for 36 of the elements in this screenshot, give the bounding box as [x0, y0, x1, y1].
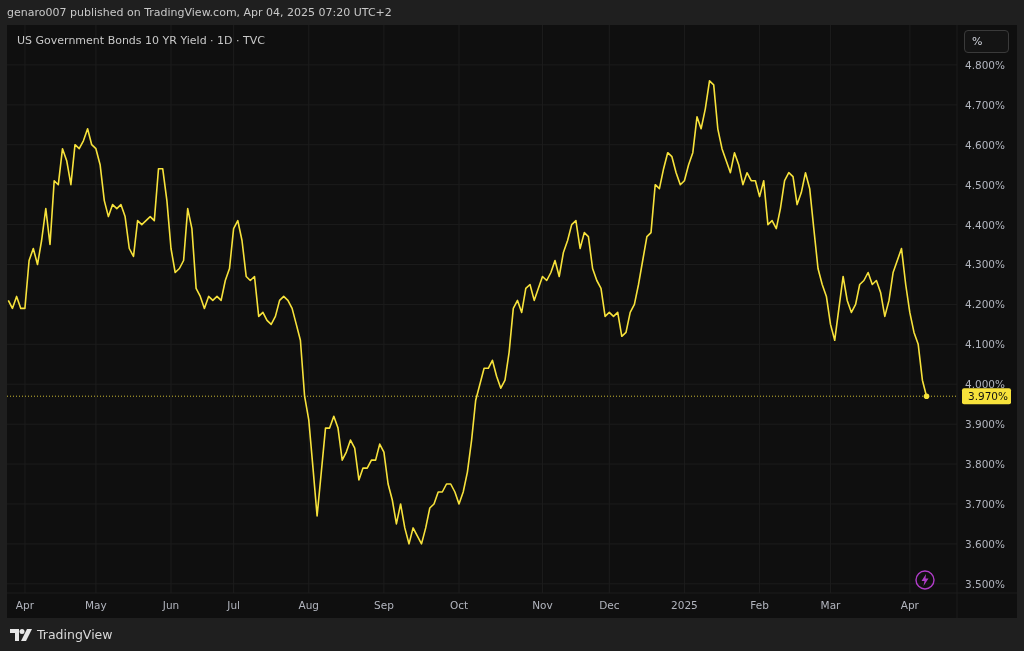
x-axis-label: May	[85, 599, 107, 611]
y-axis-label: 3.900%	[964, 418, 1005, 431]
y-axis-label: 3.700%	[964, 498, 1005, 510]
y-axis-label: 4.400%	[964, 218, 1005, 231]
percent-scale-toggle[interactable]: %	[964, 30, 1009, 53]
y-axis-label: 4.200%	[964, 298, 1005, 311]
x-axis-label: Dec	[599, 599, 620, 611]
y-axis-label: 3.500%	[964, 577, 1005, 590]
y-axis-label: 4.600%	[964, 138, 1005, 151]
x-axis-label: Mar	[820, 599, 841, 611]
x-axis-label: Nov	[532, 599, 553, 611]
x-axis-label: Sep	[374, 599, 394, 611]
ref-line-label: 3.970%	[967, 390, 1009, 403]
last-price-label: 3.970%	[962, 388, 1011, 405]
y-axis-label: 3.800%	[964, 458, 1005, 471]
y-axis-label: 3.600%	[964, 537, 1005, 550]
brand-name: TradingView	[37, 627, 113, 642]
x-axis-label: Apr	[15, 599, 35, 611]
lightning-icon[interactable]	[915, 570, 935, 590]
x-axis-label: Oct	[449, 599, 469, 611]
x-axis-label: Jun	[162, 599, 180, 611]
chart-title: US Government Bonds 10 YR Yield · 1D · TVC	[17, 34, 265, 47]
x-axis-label: Aug	[298, 599, 320, 611]
y-axis-label: 4.800%	[964, 58, 1005, 71]
y-axis-label: 4.700%	[964, 98, 1005, 111]
logo-icon	[10, 628, 32, 641]
y-axis-label: 4.500%	[964, 178, 1005, 191]
y-axis-label: 4.300%	[964, 258, 1005, 271]
x-axis-label: Feb	[750, 599, 769, 611]
y-axis-label: 4.000%	[964, 378, 1005, 391]
publish-info: genaro007 published on TradingView.com, Apr 04, 2025 07:20 UTC+2	[7, 6, 392, 19]
y-axis-label: 4.100%	[964, 338, 1005, 351]
x-axis-label: Apr	[900, 599, 919, 611]
x-axis-label: 2025	[671, 599, 698, 611]
last-point-marker	[923, 393, 930, 399]
x-axis-label: Jul	[227, 599, 240, 611]
